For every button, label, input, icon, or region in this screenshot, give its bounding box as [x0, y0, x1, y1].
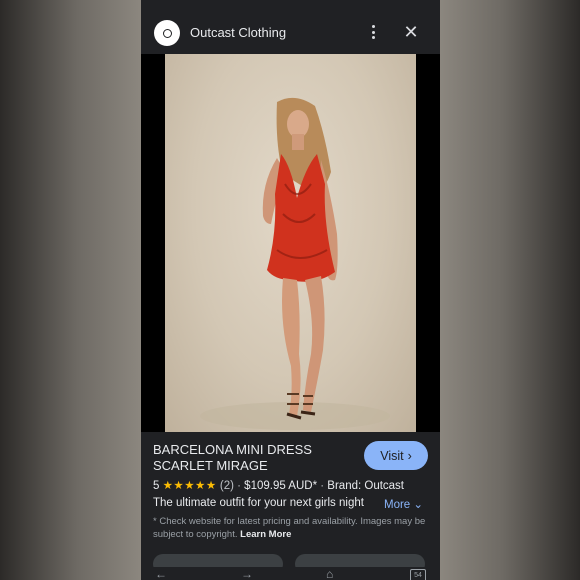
product-description: The ultimate outfit for your next girls …	[153, 497, 364, 509]
more-vert-icon[interactable]	[369, 25, 377, 41]
back-icon[interactable]: ←	[155, 568, 167, 580]
product-title-line1: BARCELONA MINI DRESS	[153, 442, 312, 457]
site-logo-icon[interactable]	[154, 20, 180, 46]
rating-stars: ★★★★★	[162, 480, 217, 492]
review-count: (2)	[219, 480, 234, 492]
visit-button[interactable]: Visit ›	[364, 441, 428, 470]
blurred-background-left	[0, 0, 141, 580]
blurred-background-right	[439, 0, 580, 580]
model-illustration	[200, 97, 390, 430]
chevron-right-icon: ›	[407, 448, 412, 463]
product-meta: 5 ★★★★★ (2) · $109.95 AUD* · Brand: Outc…	[153, 480, 405, 492]
chevron-down-icon: ⌄	[413, 499, 424, 511]
price: $109.95 AUD*	[244, 480, 318, 492]
brand: Brand: Outcast	[327, 480, 405, 492]
bottom-navigation	[141, 567, 440, 580]
home-icon[interactable]: ⌂	[326, 568, 333, 580]
more-button[interactable]: More ⌄	[384, 497, 423, 511]
tabs-icon[interactable]: 54	[410, 569, 426, 580]
image-viewer	[141, 54, 440, 432]
product-title[interactable]: BARCELONA MINI DRESS SCARLET MIRAGE	[153, 442, 363, 474]
product-title-line2: SCARLET MIRAGE	[153, 458, 268, 473]
phone-screen: Outcast Clothing ✕ BARCELONA MINI DRESS …	[141, 0, 440, 580]
site-name[interactable]: Outcast Clothing	[190, 25, 286, 40]
top-bar: Outcast Clothing ✕	[141, 0, 440, 54]
close-icon[interactable]: ✕	[403, 23, 419, 41]
learn-more-link[interactable]: Learn More	[240, 529, 291, 540]
disclaimer: * Check website for latest pricing and a…	[153, 515, 428, 541]
forward-icon[interactable]: →	[241, 568, 253, 580]
visit-label: Visit	[380, 448, 404, 463]
product-photo[interactable]	[165, 54, 416, 432]
rating-value: 5	[153, 480, 160, 492]
more-label: More	[384, 499, 411, 511]
